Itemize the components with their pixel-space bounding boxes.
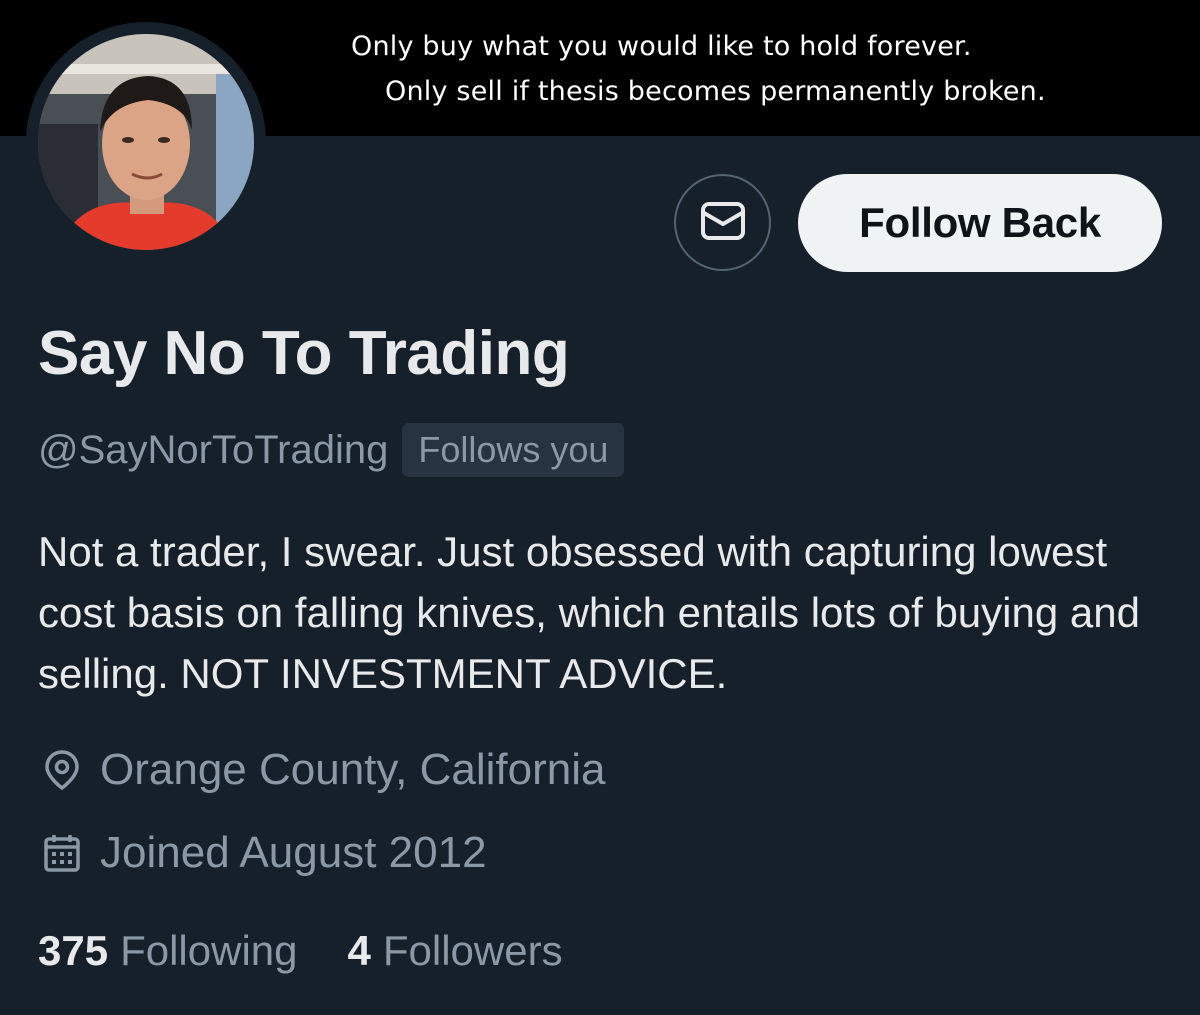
message-button[interactable] — [674, 174, 771, 271]
following-count: 375 — [38, 927, 109, 974]
envelope-icon — [700, 201, 746, 244]
location-pin-icon — [38, 746, 86, 794]
followers-link[interactable]: 4 Followers — [348, 927, 563, 975]
display-name: Say No To Trading — [38, 319, 570, 388]
follows-you-badge: Follows you — [402, 423, 625, 477]
following-label: Following — [120, 927, 298, 974]
following-link[interactable]: 375 Following — [38, 927, 298, 975]
user-handle: @SayNorToTrading — [38, 427, 389, 472]
followers-label: Followers — [382, 927, 563, 974]
calendar-icon — [38, 829, 86, 877]
profile-bio: Not a trader, I swear. Just obsessed wit… — [38, 528, 1140, 697]
banner-text-line-2: Only sell if thesis becomes permanently … — [385, 76, 1046, 107]
joined-text: Joined August 2012 — [100, 828, 487, 877]
handle-row: @SayNorToTrading Follows you — [38, 422, 625, 478]
avatar-photo — [38, 34, 254, 250]
followers-count: 4 — [347, 927, 371, 974]
joined-row: Joined August 2012 — [38, 825, 487, 881]
location-text: Orange County, California — [100, 745, 606, 794]
follow-back-button[interactable]: Follow Back — [798, 174, 1162, 272]
profile-page: Only buy what you would like to hold for… — [0, 0, 1200, 1015]
location-row: Orange County, California — [38, 742, 605, 798]
avatar[interactable] — [38, 34, 254, 250]
banner-text-line-1: Only buy what you would like to hold for… — [351, 31, 972, 62]
follow-stats: 375 Following 4 Followers — [38, 921, 563, 981]
